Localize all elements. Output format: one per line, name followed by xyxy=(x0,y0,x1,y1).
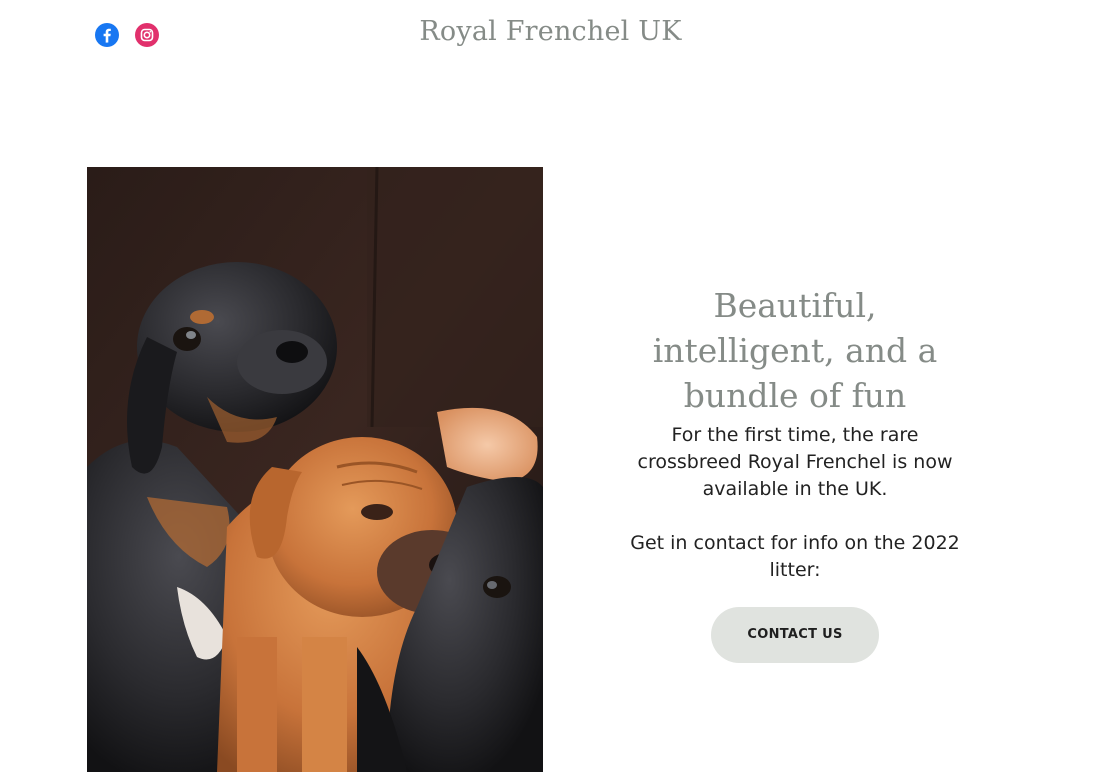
hero-paragraph-intro: For the first time, the rare crossbreed … xyxy=(637,424,953,500)
site-title[interactable]: Royal Frenchel UK xyxy=(0,16,1101,47)
site-header: Royal Frenchel UK xyxy=(0,0,1101,80)
puppies-photo-illustration xyxy=(87,167,543,772)
contact-us-button[interactable]: CONTACT US xyxy=(711,607,879,663)
hero-content: Beautiful, intelligent, and a bundle of … xyxy=(600,283,990,663)
hero-paragraph-contact: Get in contact for info on the 2022 litt… xyxy=(630,532,960,581)
page: Royal Frenchel UK Beautiful, intelligent… xyxy=(0,0,1101,772)
hero-headline: Beautiful, intelligent, and a bundle of … xyxy=(652,286,938,415)
puppies-photo xyxy=(87,167,543,772)
